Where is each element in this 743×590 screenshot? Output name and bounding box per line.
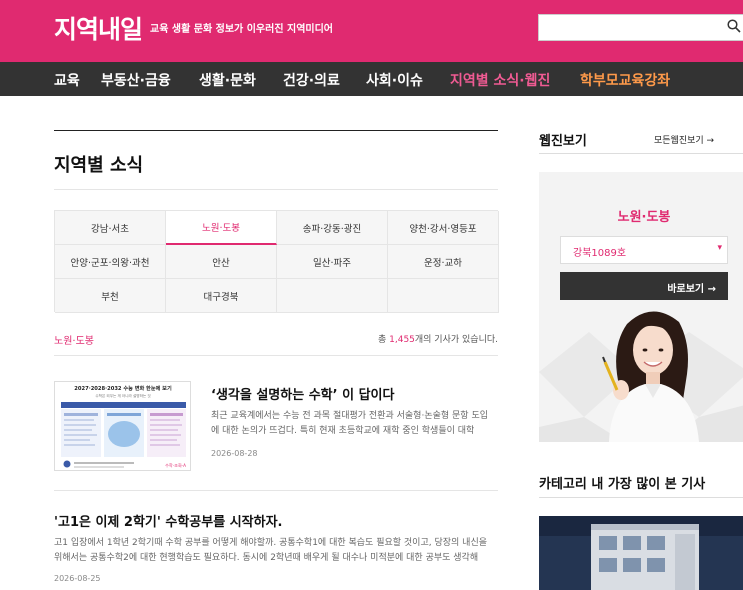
region-tab-empty [277,279,388,313]
webzine-heading: 웹진보기 [539,134,587,149]
region-tab-empty [388,279,499,313]
thumb-heading: 2027·2028·2032 수능 변화 한눈에 보기 [74,384,172,392]
top-header: 지역내일 교육 생활 문화 정보가 이우러진 지역미디어 [0,0,743,62]
count-prefix: 총 [377,335,390,345]
region-tabs: 강남·서초 노원·도봉 송파·강동·광진 양천·강서·영등포 안양·군포·의왕·… [54,210,499,313]
title-divider [54,189,498,190]
region-tab-daegu[interactable]: 대구경북 [166,279,277,313]
article-date: 2026-08-28 [211,449,258,458]
region-tab-gangnam[interactable]: 강남·서초 [55,211,166,245]
nav-life-culture[interactable]: 생활·문화 [199,70,256,90]
webzine-divider [539,153,743,154]
region-tab-nowon[interactable]: 노원·도봉 [166,211,277,245]
article-title[interactable]: ‘생각을 설명하는 수학’ 이 답이다 [211,384,394,403]
student-illustration [602,311,699,442]
all-webzines-link[interactable]: 모든웹진보기 → [654,133,714,146]
thumb-subheading: 수학은 외우는 게 아니라 설명하는 것 [95,393,151,398]
nav-education[interactable]: 교육 [54,70,80,90]
main-nav: 교육 부동산·금융 생활·문화 건강·의료 사회·이슈 지역별 소식·웹진 학부… [0,62,743,96]
count-number: 1,455 [389,335,415,345]
region-tab-ilsan[interactable]: 일산·파주 [277,245,388,279]
region-tab-unjeong[interactable]: 운정·교하 [388,245,499,279]
page-title: 지역별 소식 [54,155,144,176]
article-summary: 고1 입장에서 1학년 2학기때 수학 공부를 어떻게 해야할까. 공통수학1에… [54,538,488,563]
article-count: 총 1,455개의 기사가 있습니다. [378,332,498,345]
list-divider [54,355,498,356]
region-tab-yangcheon[interactable]: 양천·강서·영등포 [388,211,499,245]
view-webzine-button[interactable]: 바로보기 → [560,272,728,300]
nav-regional-news-webzine[interactable]: 지역별 소식·웹진 [450,70,550,90]
webzine-region-title: 노원·도봉 [617,210,671,225]
region-tab-songpa[interactable]: 송파·강동·광진 [277,211,388,245]
article-date: 2026-08-25 [54,574,101,583]
region-tab-anyang[interactable]: 안양·군포·의왕·과천 [55,245,166,279]
search-icon[interactable] [727,19,741,33]
nav-realestate-finance[interactable]: 부동산·금융 [101,70,171,90]
nav-parent-lectures[interactable]: 학부모교육강좌 [580,70,670,90]
webzine-panel: 노원·도봉 강북1089호 ▾ 바로보기 → [539,172,743,442]
chevron-down-icon: ▾ [717,243,722,253]
article-thumbnail[interactable]: 2027·2028·2032 수능 변화 한눈에 보기 수학은 외우는 게 아니… [54,381,191,471]
search-input[interactable] [538,14,743,41]
most-viewed-thumbnail[interactable] [539,516,743,590]
current-region-label: 노원·도봉 [54,336,94,347]
building-photo [539,516,743,590]
region-tab-bucheon[interactable]: 부천 [55,279,166,313]
article-title[interactable]: '고1은 이제 2학기' 수학공부를 시작하자. [54,511,283,530]
site-tagline: 교육 생활 문화 정보가 이우러진 지역미디어 [150,24,334,35]
content-top-rule [54,130,498,131]
nav-health-medical[interactable]: 건강·의료 [283,70,340,90]
article-summary: 최근 교육계에서는 수능 전 과목 절대평가 전환과 서술형·논술형 문항 도입… [211,411,489,436]
count-suffix: 개의 기사가 있습니다. [414,335,498,345]
most-viewed-divider [539,497,743,498]
thumb-brand: 수학·조화·A [165,462,186,469]
edition-select[interactable]: 강북1089호 ▾ [560,236,728,264]
most-viewed-heading: 카테고리 내 가장 많이 본 기사 [539,477,706,492]
site-logo[interactable]: 지역내일 [54,10,143,46]
edition-selected-value: 강북1089호 [573,248,627,259]
nav-society-issue[interactable]: 사회·이슈 [366,70,423,90]
article-divider [54,490,498,491]
region-tab-ansan[interactable]: 안산 [166,245,277,279]
